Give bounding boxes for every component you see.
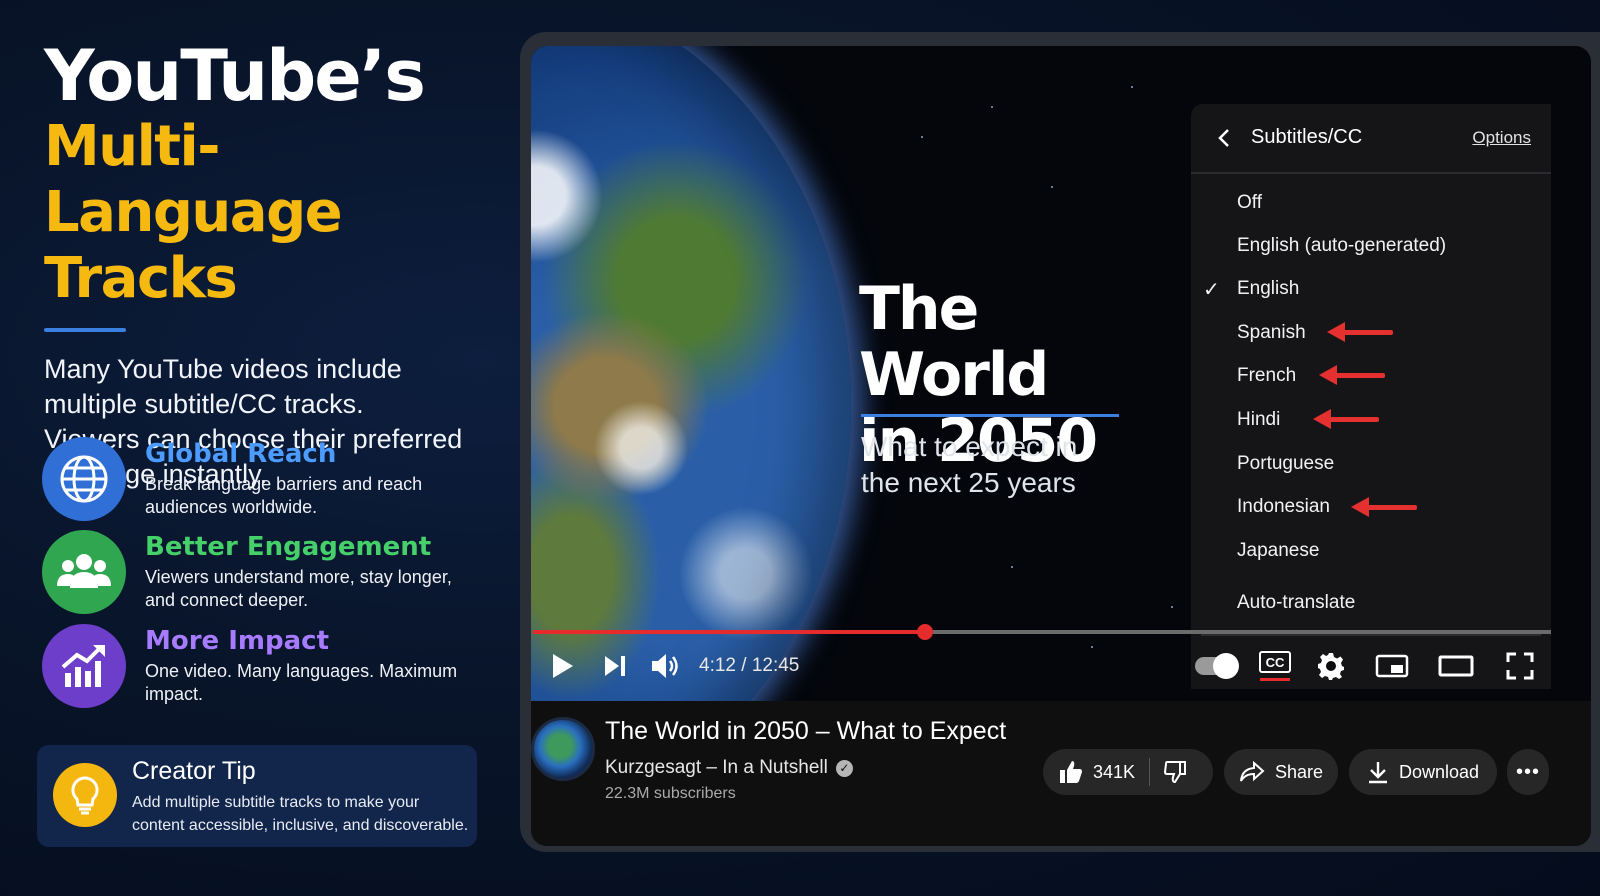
menu-item-japanese[interactable]: Japanese <box>1237 540 1319 562</box>
red-arrow-icon <box>1351 497 1417 517</box>
fullscreen-icon[interactable] <box>1506 651 1534 681</box>
video-info-bar: The World in 2050 – What to Expect Kurzg… <box>531 701 1591 846</box>
like-dislike-group: 341K <box>1043 749 1213 795</box>
red-arrow-icon <box>1327 322 1393 342</box>
check-icon: ✓ <box>1203 279 1220 301</box>
feature-title: Global Reach <box>145 439 337 469</box>
red-arrow-icon <box>1319 365 1385 385</box>
play-icon[interactable] <box>551 651 575 681</box>
scrubber-handle[interactable] <box>916 624 933 640</box>
menu-item-off[interactable]: Off <box>1237 192 1262 214</box>
like-button[interactable]: 341K <box>1043 760 1135 784</box>
feature-title: More Impact <box>145 626 330 656</box>
share-button[interactable]: Share <box>1224 749 1338 795</box>
cc-icon: CC <box>1259 651 1291 674</box>
video-overlay-subtitle: What to expect in the next 25 years <box>861 431 1078 498</box>
more-options-icon[interactable]: ••• <box>1507 749 1549 795</box>
menu-item-french[interactable]: French <box>1237 365 1296 387</box>
headline-line-3: Tracks <box>44 246 238 311</box>
back-arrow-icon[interactable] <box>1213 126 1237 150</box>
earth-image <box>531 46 851 716</box>
lightbulb-icon <box>53 763 117 827</box>
feature-desc: Break language barriers and reach audien… <box>145 474 423 517</box>
cc-active-indicator <box>1260 678 1290 681</box>
globe-icon <box>42 437 126 521</box>
menu-item-english-auto[interactable]: English (auto-generated) <box>1237 235 1446 257</box>
users-icon <box>42 530 126 614</box>
gear-icon[interactable] <box>1317 651 1345 681</box>
subtitles-menu: Subtitles/CC Options Off English (auto-g… <box>1191 104 1551 689</box>
menu-header: Subtitles/CC Options <box>1191 104 1551 174</box>
tip-title: Creator Tip <box>132 757 256 785</box>
download-icon <box>1368 762 1387 784</box>
miniplayer-icon[interactable] <box>1375 651 1409 681</box>
overlay-divider <box>861 414 1119 417</box>
feature-desc: Viewers understand more, stay longer, an… <box>145 567 452 610</box>
progress-played <box>533 630 925 634</box>
menu-item-indonesian[interactable]: Indonesian <box>1237 496 1330 518</box>
progress-bar[interactable] <box>533 624 1551 640</box>
subscriber-count: 22.3M subscribers <box>605 785 736 802</box>
tip-desc: Add multiple subtitle tracks to make you… <box>132 794 469 834</box>
thumbs-up-icon <box>1060 761 1082 783</box>
options-link[interactable]: Options <box>1472 128 1531 148</box>
video-title[interactable]: The World in 2050 – What to Expect <box>605 717 1006 746</box>
channel-avatar[interactable] <box>531 717 595 781</box>
channel-name[interactable]: Kurzgesagt – In a Nutshell ✓ <box>605 757 853 779</box>
verified-icon: ✓ <box>835 759 853 777</box>
creator-tip-card: Creator Tip Add multiple subtitle tracks… <box>37 745 477 847</box>
left-panel: YouTube’s Multi-Language Tracks Many You… <box>44 40 484 492</box>
headline-line-2: Multi-Language <box>44 114 343 245</box>
dislike-button[interactable] <box>1150 760 1188 784</box>
thumbs-down-icon <box>1164 761 1187 784</box>
headline-line-1: YouTube’s <box>44 35 426 117</box>
autoplay-toggle[interactable] <box>1195 651 1239 681</box>
video-area[interactable]: The World in 2050 What to expect in the n… <box>531 46 1591 716</box>
cc-button[interactable]: CC <box>1259 651 1291 681</box>
menu-divider <box>1201 634 1541 636</box>
share-icon <box>1239 761 1265 782</box>
menu-title: Subtitles/CC <box>1251 126 1363 148</box>
theater-mode-icon[interactable] <box>1438 651 1474 681</box>
headline-divider <box>44 328 126 332</box>
time-display: 4:12 / 12:45 <box>699 655 800 676</box>
menu-item-portuguese[interactable]: Portuguese <box>1237 453 1334 475</box>
feature-desc: One video. Many languages. Maximum impac… <box>145 661 458 704</box>
feature-title: Better Engagement <box>145 532 432 562</box>
menu-item-auto-translate[interactable]: Auto-translate <box>1237 592 1355 614</box>
menu-item-hindi[interactable]: Hindi <box>1237 409 1280 431</box>
next-icon[interactable] <box>603 651 627 681</box>
menu-item-spanish[interactable]: Spanish <box>1237 322 1306 344</box>
youtube-player: The World in 2050 What to expect in the n… <box>531 46 1591 846</box>
download-button[interactable]: Download <box>1349 749 1497 795</box>
volume-icon[interactable] <box>651 651 681 681</box>
chart-icon <box>42 624 126 708</box>
red-arrow-icon <box>1313 409 1379 429</box>
